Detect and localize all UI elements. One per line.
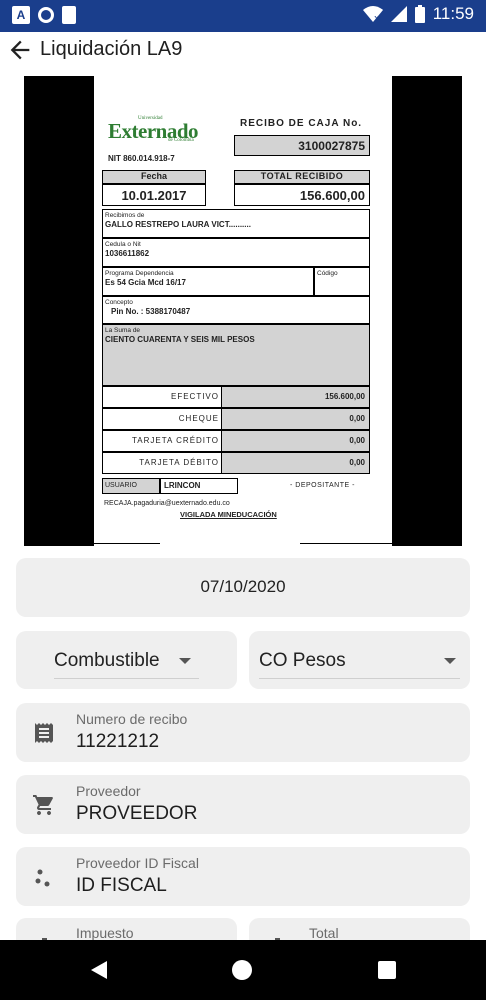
payment-label: CHEQUE	[178, 414, 219, 423]
cedula-value: 1036611862	[105, 249, 150, 258]
payment-value: 0,00	[221, 431, 369, 451]
nit-text: NIT 860.014.918-7	[108, 154, 175, 163]
notification-icons: A	[12, 6, 76, 24]
app-bar: Liquidación LA9	[0, 32, 486, 68]
payment-label: TARJETA CRÉDITO	[131, 436, 219, 445]
category-value: Combustible	[54, 650, 160, 671]
divider	[94, 543, 160, 544]
currency-dropdown[interactable]: CO Pesos	[249, 631, 470, 689]
provider-tax-id-field[interactable]: Proveedor ID Fiscal ID FISCAL	[16, 847, 470, 906]
vigilada-text: VIGILADA MINEDUCACIÓN	[180, 510, 277, 519]
recibo-number: 3100027875	[234, 135, 370, 156]
recibo-label: RECIBO DE CAJA No.	[240, 118, 363, 129]
payment-row: CHEQUE 0,00	[102, 408, 370, 430]
tax-label: Impuesto	[76, 925, 134, 941]
receipt-image[interactable]: Universidad Externado de Colombia NIT 86…	[24, 76, 462, 546]
divider	[300, 543, 392, 544]
navigation-bar	[0, 940, 486, 1000]
chevron-down-icon	[179, 658, 191, 664]
payment-row: TARJETA DÉBITO 0,00	[102, 452, 370, 474]
cedula-label: Cedula o Nit	[105, 241, 141, 248]
codigo-label: Código	[317, 270, 338, 277]
back-arrow-icon[interactable]	[6, 36, 34, 64]
clock: 11:59	[432, 4, 474, 23]
receipt-number-label: Numero de recibo	[76, 711, 188, 727]
provider-value[interactable]: PROVEEDOR	[76, 803, 197, 825]
cedula-row: Cedula o Nit 1036611862	[102, 238, 370, 267]
recibimos-label: Recibimos de	[105, 212, 145, 219]
sd-card-icon	[62, 6, 76, 24]
fecha-header: Fecha	[102, 170, 206, 184]
logo-subtitle: de Colombia	[168, 138, 194, 143]
date-field[interactable]: 07/10/2020	[16, 558, 470, 617]
total-header: TOTAL RECIBIDO	[234, 170, 370, 184]
provider-tax-id-value[interactable]: ID FISCAL	[76, 875, 167, 897]
payment-row: TARJETA CRÉDITO 0,00	[102, 430, 370, 452]
suma-label: La Suma de	[105, 327, 141, 334]
system-icons: x 11:59	[362, 4, 474, 24]
dots-icon	[35, 869, 50, 887]
receipt-paper: Universidad Externado de Colombia NIT 86…	[94, 76, 392, 546]
recibimos-row: Recibimos de GALLO RESTREPO LAURA VICT..…	[102, 209, 370, 238]
receipt-icon	[35, 723, 53, 743]
programa-value: Es 54 Gcia Mcd 16/17	[105, 278, 186, 287]
usuario-value: LRINCON	[160, 478, 238, 494]
suma-value: CIENTO CUARENTA Y SEIS MIL PESOS	[105, 335, 255, 344]
category-select[interactable]: Combustible	[54, 645, 199, 679]
wifi-icon: x	[362, 6, 383, 23]
circle-notification-icon	[38, 7, 54, 23]
home-circle-icon[interactable]	[232, 960, 252, 980]
receipt-number-field[interactable]: Numero de recibo 11221212	[16, 703, 470, 762]
suma-row: La Suma de CIENTO CUARENTA Y SEIS MIL PE…	[102, 324, 370, 386]
depositante-text: - DEPOSITANTE -	[290, 482, 355, 489]
total-label: Total	[309, 925, 339, 941]
cart-icon	[33, 795, 53, 815]
recibimos-value: GALLO RESTREPO LAURA VICT..........	[105, 220, 251, 229]
currency-value: CO Pesos	[259, 650, 346, 671]
back-triangle-icon[interactable]	[89, 960, 109, 980]
payment-label: EFECTIVO	[170, 392, 219, 401]
date-value: 07/10/2020	[200, 577, 286, 596]
usuario-label: USUARIO	[102, 478, 160, 494]
recents-square-icon[interactable]	[378, 961, 396, 979]
payment-label: TARJETA DÉBITO	[139, 458, 219, 467]
programa-label: Programa Dependencia	[105, 270, 174, 277]
codigo-cell: Código	[314, 267, 370, 296]
provider-label: Proveedor	[76, 783, 141, 799]
concepto-row: Concepto Pin No. : 5388170487	[102, 296, 370, 324]
payment-value: 0,00	[221, 453, 369, 473]
programa-row: Programa Dependencia Es 54 Gcia Mcd 16/1…	[102, 267, 314, 296]
page-title: Liquidación LA9	[40, 38, 183, 60]
email-text: RECAJA.pagaduria@uexternado.edu.co	[104, 500, 230, 507]
payment-value: 0,00	[221, 409, 369, 429]
svg-text:x: x	[374, 14, 380, 23]
category-dropdown[interactable]: Combustible	[16, 631, 237, 689]
currency-select[interactable]: CO Pesos	[259, 645, 460, 679]
payment-row: EFECTIVO 156.600,00	[102, 386, 370, 408]
payment-value: 156.600,00	[221, 387, 369, 407]
signal-icon	[390, 6, 407, 22]
battery-icon	[414, 5, 425, 23]
chevron-down-icon	[444, 658, 456, 664]
fecha-value: 10.01.2017	[102, 184, 206, 206]
concepto-value: Pin No. : 5388170487	[111, 307, 191, 316]
receipt-number-value[interactable]: 11221212	[76, 731, 159, 753]
a-notification-icon: A	[12, 6, 30, 24]
concepto-label: Concepto	[105, 299, 133, 306]
provider-tax-id-label: Proveedor ID Fiscal	[76, 855, 199, 871]
status-bar: A x 11:59	[0, 0, 486, 32]
provider-field[interactable]: Proveedor PROVEEDOR	[16, 775, 470, 834]
total-value: 156.600,00	[234, 184, 370, 206]
